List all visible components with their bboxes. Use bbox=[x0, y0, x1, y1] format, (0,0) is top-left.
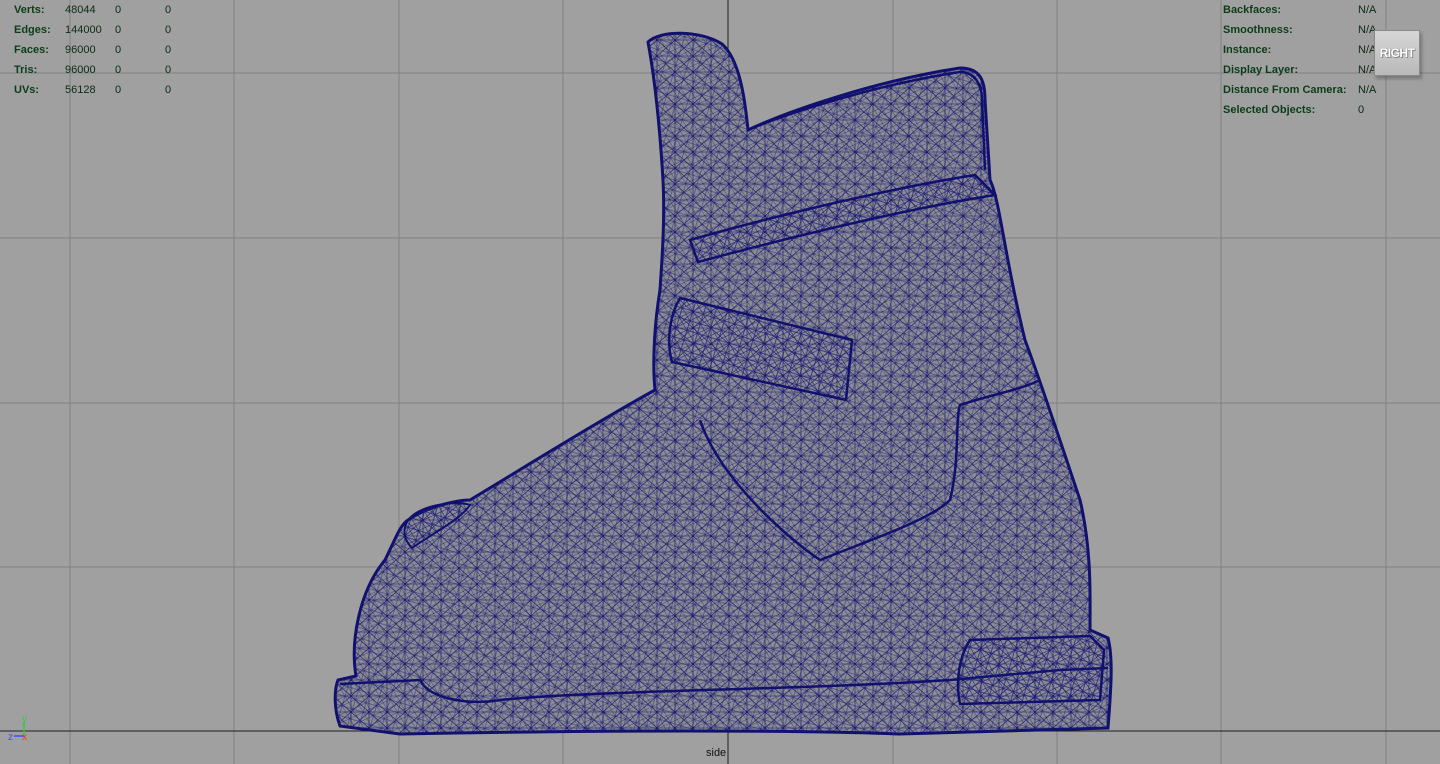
hud-label: Instance: bbox=[1223, 44, 1272, 56]
hud-value: 0 bbox=[165, 24, 172, 36]
hud-label: Verts: bbox=[14, 4, 45, 16]
boot-shell-dense-overlay bbox=[335, 33, 1112, 735]
hud-value: 56128 bbox=[65, 84, 96, 96]
view-cube-label: RIGHT bbox=[1379, 46, 1415, 60]
view-cube-right[interactable]: RIGHT bbox=[1374, 30, 1420, 76]
hud-value: 48044 bbox=[65, 4, 96, 16]
axis-x-label: x bbox=[22, 732, 27, 743]
boot-heel-block bbox=[956, 634, 1106, 706]
hud-row-tris: Tris: 96000 0 0 bbox=[14, 60, 194, 80]
camera-name-label: side bbox=[706, 747, 727, 759]
hud-label: Tris: bbox=[14, 64, 38, 76]
hud-label: Distance From Camera: bbox=[1223, 84, 1347, 96]
hud-value: 0 bbox=[115, 44, 122, 56]
hud-label: Smoothness: bbox=[1223, 24, 1293, 36]
hud-value: 0 bbox=[165, 4, 172, 16]
hud-value: 96000 bbox=[65, 64, 96, 76]
hud-label: Faces: bbox=[14, 44, 49, 56]
hud-value: 0 bbox=[115, 4, 122, 16]
hud-row-backfaces: Backfaces: N/A bbox=[1223, 0, 1423, 20]
hud-value: 0 bbox=[115, 64, 122, 76]
axis-y-label: y bbox=[22, 714, 27, 725]
hud-label: Backfaces: bbox=[1223, 4, 1282, 16]
hud-value: 0 bbox=[165, 84, 172, 96]
hud-label: UVs: bbox=[14, 84, 40, 96]
hud-row-faces: Faces: 96000 0 0 bbox=[14, 40, 194, 60]
hud-poly-count: Verts: 48044 0 0 Edges: 144000 0 0 Faces… bbox=[14, 0, 194, 100]
hud-label: Edges: bbox=[14, 24, 51, 36]
hud-label: Selected Objects: bbox=[1223, 104, 1316, 116]
axis-z-label: z bbox=[8, 732, 13, 743]
hud-row-verts: Verts: 48044 0 0 bbox=[14, 0, 194, 20]
hud-value: N/A bbox=[1358, 84, 1377, 96]
hud-row-selected-objects: Selected Objects: 0 bbox=[1223, 100, 1423, 120]
hud-label: Display Layer: bbox=[1223, 64, 1299, 76]
hud-value: 96000 bbox=[65, 44, 96, 56]
hud-value: 0 bbox=[165, 64, 172, 76]
viewport-side[interactable]: Verts: 48044 0 0 Edges: 144000 0 0 Faces… bbox=[0, 0, 1440, 764]
axis-gizmo-icon: y z x bbox=[8, 714, 27, 743]
hud-value: 0 bbox=[115, 84, 122, 96]
hud-row-distance-from-camera: Distance From Camera: N/A bbox=[1223, 80, 1423, 100]
hud-value: 144000 bbox=[65, 24, 102, 36]
hud-value: 0 bbox=[165, 44, 172, 56]
hud-row-uvs: UVs: 56128 0 0 bbox=[14, 80, 194, 100]
hud-value: 0 bbox=[115, 24, 122, 36]
hud-value: 0 bbox=[1358, 104, 1365, 116]
hud-row-edges: Edges: 144000 0 0 bbox=[14, 20, 194, 40]
hud-value: N/A bbox=[1358, 4, 1377, 16]
